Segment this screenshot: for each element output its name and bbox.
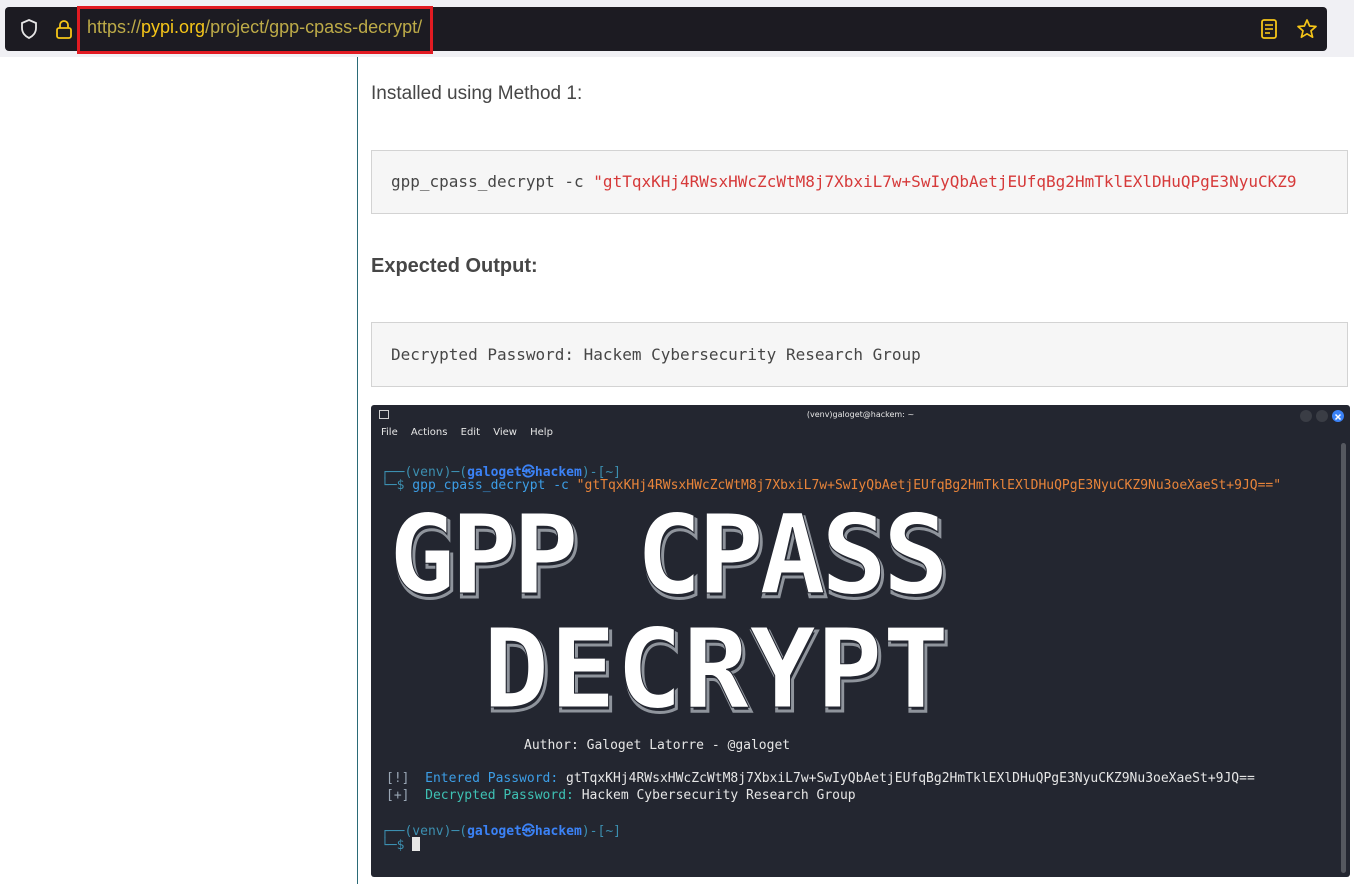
expected-output-heading: Expected Output:	[371, 255, 538, 277]
terminal-screenshot: (venv)galoget@hackem: ~ File Actions Edi…	[371, 405, 1350, 877]
maximize-icon	[1316, 410, 1328, 422]
menu-edit: Edit	[460, 427, 481, 438]
minimize-icon	[1300, 410, 1312, 422]
banner-line2: DECRYPT	[483, 605, 949, 725]
command-argument: "gtTqxKHj4RWsxHWcZcWtM8j7XbxiL7w+SwIyQbA…	[593, 172, 1297, 191]
left-sidebar	[0, 57, 358, 884]
shield-icon[interactable]	[17, 17, 41, 41]
command-line: └─$ gpp_cpass_decrypt -c "gtTqxKHj4RWsxH…	[381, 478, 1282, 493]
command-text: gpp_cpass_decrypt -c	[391, 172, 584, 191]
menu-view: View	[493, 427, 517, 438]
menu-file: File	[381, 427, 398, 438]
menu-actions: Actions	[410, 427, 448, 438]
expected-output-text: Decrypted Password: Hackem Cybersecurity…	[391, 345, 921, 364]
bookmark-star-icon[interactable]	[1295, 17, 1319, 41]
expected-output-code-block: Decrypted Password: Hackem Cybersecurity…	[371, 322, 1348, 387]
prompt-cursor-line: └─$	[381, 837, 421, 853]
menu-help: Help	[530, 427, 553, 438]
command-code-block: gpp_cpass_decrypt -c "gtTqxKHj4RWsxHWcZc…	[371, 150, 1348, 214]
terminal-scrollbar	[1341, 443, 1346, 873]
close-icon	[1332, 410, 1344, 422]
browser-toolbar: https://pypi.org/project/gpp-cpass-decry…	[0, 0, 1354, 57]
install-method-text: Installed using Method 1:	[371, 83, 583, 104]
url-text[interactable]: https://pypi.org/project/gpp-cpass-decry…	[87, 17, 422, 38]
decrypted-password-line: [+] Decrypted Password: Hackem Cybersecu…	[386, 788, 856, 803]
banner-line1: GPP CPASS	[389, 505, 949, 619]
ascii-banner-art: GPP CPASS GPP CPASS DECRYPT DECRYPT	[389, 505, 953, 725]
main-content: Installed using Method 1: gpp_cpass_decr…	[358, 57, 1354, 884]
terminal-cursor	[412, 837, 421, 851]
url-bar[interactable]: https://pypi.org/project/gpp-cpass-decry…	[5, 6, 1327, 54]
entered-password-line: [!] Entered Password: gtTqxKHj4RWsxHWcZc…	[386, 771, 1255, 786]
terminal-title: (venv)galoget@hackem: ~	[806, 410, 915, 419]
terminal-menubar: File Actions Edit View Help	[381, 427, 563, 438]
author-line: Author: Galoget Latorre - @galoget	[524, 738, 791, 753]
lock-icon[interactable]	[52, 17, 76, 41]
reader-view-icon[interactable]	[1257, 17, 1281, 41]
